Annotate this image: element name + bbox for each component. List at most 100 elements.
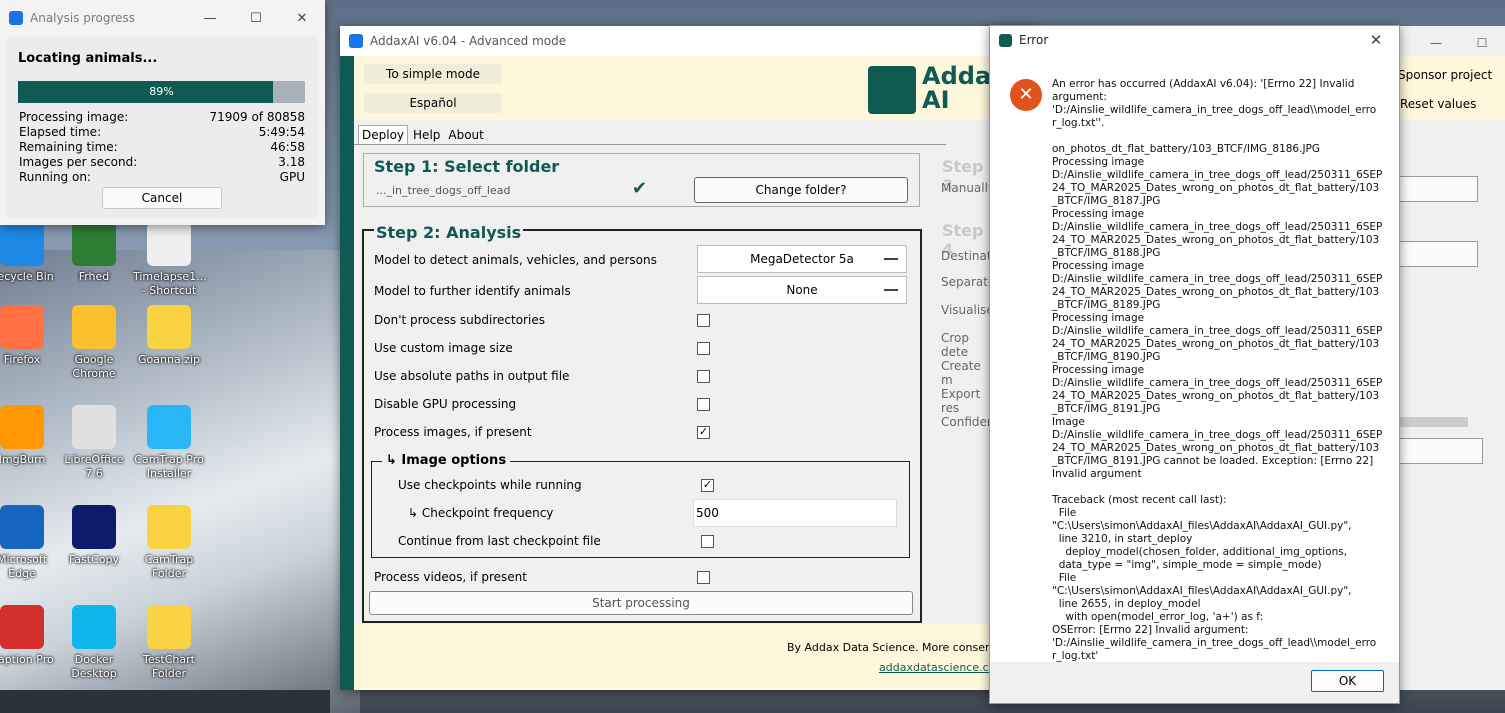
app-shortcut-icon	[72, 305, 116, 349]
stat-label: Running on:	[19, 170, 91, 184]
desktop-icon[interactable]: Microsoft Edge	[0, 505, 58, 581]
app-shortcut-icon	[147, 505, 191, 549]
ok-button[interactable]: OK	[1311, 670, 1384, 692]
option-checkbox[interactable]	[697, 342, 710, 355]
error-titlebar: Error ✕	[990, 26, 1399, 54]
option-label: Confiden	[941, 415, 995, 429]
progress-window: Analysis progress — ☐ ✕ Locating animals…	[0, 0, 325, 225]
right-button-3[interactable]	[1398, 438, 1483, 464]
stat-row: Elapsed time: 5:49:54	[19, 125, 305, 140]
stat-value: 5:49:54	[258, 125, 305, 139]
right-button-2[interactable]	[1398, 241, 1478, 267]
confidence-slider[interactable]	[1398, 417, 1468, 427]
maximize-icon[interactable]: ☐	[233, 2, 279, 34]
option-checkbox[interactable]	[697, 370, 710, 383]
stat-row: Processing image: 71909 of 80858	[19, 110, 305, 125]
desktop-icon-label: Caption Pro	[0, 653, 54, 666]
maximize-icon[interactable]: ☐	[1459, 36, 1505, 50]
minimize-icon[interactable]: —	[1413, 36, 1459, 50]
image-options-title: ↳ Image options	[382, 453, 511, 468]
app-shortcut-icon	[147, 405, 191, 449]
tab-deploy[interactable]: Deploy	[358, 125, 409, 144]
desktop-icon-label: Frhed	[78, 270, 110, 283]
stat-label: Images per second:	[19, 155, 138, 169]
app-shortcut-icon	[0, 605, 44, 649]
option-label: Visualise	[941, 303, 994, 317]
cancel-button[interactable]: Cancel	[102, 187, 222, 209]
change-folder-button[interactable]: Change folder?	[694, 177, 908, 203]
error-title: Error	[1019, 33, 1049, 47]
app-shortcut-icon	[0, 505, 44, 549]
desktop-icon[interactable]: ImgBurn	[0, 405, 58, 467]
desktop-icon[interactable]: Recycle Bin	[0, 222, 58, 284]
desktop-icon[interactable]: Google Chrome	[58, 305, 130, 381]
app-icon	[9, 11, 23, 25]
check-icon: ✔	[632, 178, 648, 199]
app-shortcut-icon	[72, 605, 116, 649]
progress-percent: 89%	[149, 85, 174, 98]
language-button[interactable]: Español	[364, 93, 502, 113]
app-icon	[349, 34, 363, 48]
footer: By Addax Data Science. More conservation…	[354, 624, 1040, 690]
addax-window: AddaxAI v6.04 - Advanced mode To simple …	[340, 26, 1040, 690]
start-processing-button[interactable]: Start processing	[369, 591, 913, 615]
desktop-icon[interactable]: Goanna.zip	[133, 305, 205, 367]
desktop-icon[interactable]: Timelapse1... - Shortcut	[133, 222, 207, 298]
desktop-icon-label: Firefox	[3, 353, 41, 366]
addax-titlebar: AddaxAI v6.04 - Advanced mode	[340, 26, 1040, 56]
desktop-icon-label: CamTrap Folder	[144, 553, 194, 580]
simple-mode-button[interactable]: To simple mode	[364, 64, 502, 84]
window-title: AddaxAI v6.04 - Advanced mode	[370, 34, 567, 48]
option-label: Use custom image size	[374, 341, 513, 355]
process-videos-checkbox[interactable]	[697, 571, 710, 584]
error-footer: OK	[990, 662, 1399, 703]
step2-title: Step 2: Analysis	[374, 223, 524, 242]
stat-label: Elapsed time:	[19, 125, 102, 139]
option-label: Use absolute paths in output file	[374, 369, 570, 383]
footer-link[interactable]: addaxdatascience.com	[879, 661, 1006, 674]
tab-help[interactable]: Help	[410, 126, 443, 144]
addax-logo-icon	[868, 66, 916, 114]
window-controls: — ☐	[1398, 30, 1505, 56]
stat-row: Remaining time: 46:58	[19, 140, 305, 155]
tab-about[interactable]: About	[445, 126, 486, 144]
deploy-panel: Step 1: Select folder ..._in_tree_dogs_o…	[354, 144, 995, 625]
desktop-icon-label: Goanna.zip	[138, 353, 200, 366]
error-message: An error has occurred (AddaxAI v6.04): '…	[1052, 78, 1383, 662]
option-checkbox[interactable]	[697, 314, 710, 327]
right-button-1[interactable]	[1398, 176, 1478, 202]
desktop-icon[interactable]: TestChart Folder	[133, 605, 205, 681]
close-icon[interactable]: ✕	[1353, 26, 1399, 54]
desktop-icon[interactable]: CamTrap Pro Installer	[133, 405, 205, 481]
desktop-icon[interactable]: Firefox	[0, 305, 58, 367]
desktop-icon[interactable]: Frhed	[58, 222, 130, 284]
option-checkbox[interactable]: ✓	[697, 426, 710, 439]
continue-checkpoint-checkbox[interactable]	[701, 535, 714, 548]
desktop-icon[interactable]: LibreOffice 7.6	[58, 405, 130, 481]
desktop-icon[interactable]: Caption Pro	[0, 605, 58, 667]
desktop-icon[interactable]: FastCopy	[58, 505, 130, 567]
desktop-icon-label: Recycle Bin	[0, 270, 54, 283]
use-checkpoints-checkbox[interactable]: ✓	[701, 479, 714, 492]
detect-model-label: Model to detect animals, vehicles, and p…	[374, 253, 657, 267]
sponsor-button[interactable]: Sponsor project	[1398, 68, 1492, 82]
desktop-icon-label: Microsoft Edge	[0, 553, 48, 580]
detect-model-dropdown[interactable]: MegaDetector 5a	[697, 245, 907, 273]
desktop-icon[interactable]: Docker Desktop	[58, 605, 130, 681]
identify-model-dropdown[interactable]: None	[697, 276, 907, 304]
app-shortcut-icon	[0, 222, 44, 266]
desktop-icon-label: TestChart Folder	[143, 653, 195, 680]
checkpoint-freq-input[interactable]: 500	[693, 499, 897, 527]
stat-value: 46:58	[270, 140, 305, 154]
minimize-icon[interactable]: —	[187, 2, 233, 34]
progress-titlebar: Analysis progress — ☐ ✕	[0, 0, 325, 36]
reset-button[interactable]: Reset values	[1400, 97, 1476, 111]
checkpoint-freq-label: ↳ Checkpoint frequency	[408, 506, 554, 520]
stat-row: Images per second: 3.18	[19, 155, 305, 170]
option-checkbox[interactable]	[697, 398, 710, 411]
app-shortcut-icon	[72, 222, 116, 266]
close-icon[interactable]: ✕	[279, 2, 325, 34]
folder-path: ..._in_tree_dogs_off_lead	[376, 184, 511, 197]
desktop-icon[interactable]: CamTrap Folder	[133, 505, 205, 581]
stat-value: 3.18	[278, 155, 305, 169]
